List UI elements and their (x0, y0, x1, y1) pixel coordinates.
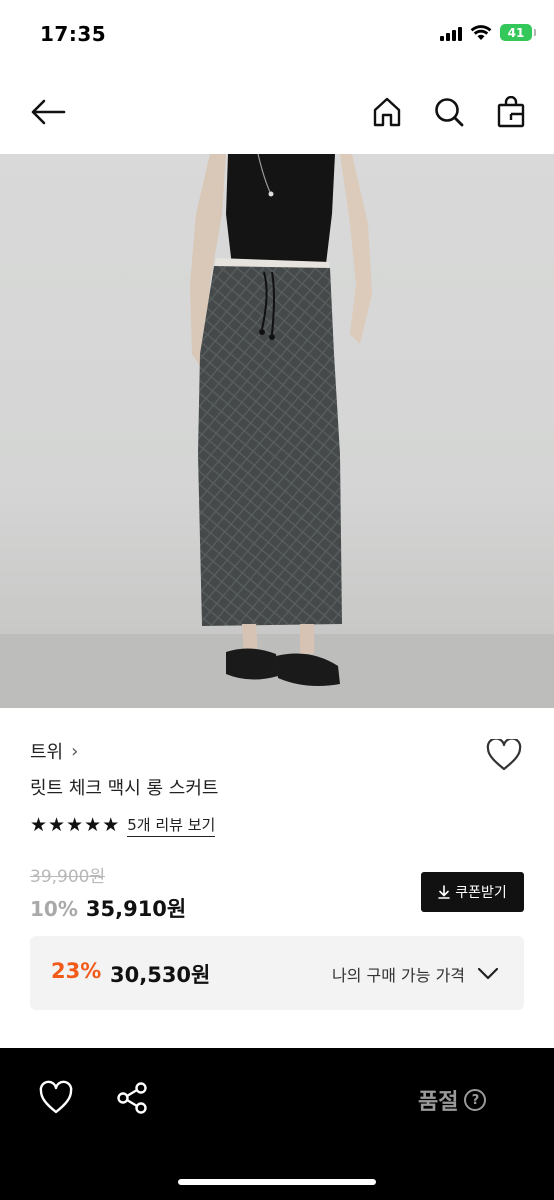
review-link[interactable]: 5개 리뷰 보기 (127, 814, 216, 837)
my-price-dropdown[interactable]: 23% 30,530원 나의 구매 가능 가격 (30, 936, 524, 1010)
bottom-action-bar: 품절 ? (0, 1048, 554, 1200)
rating-row: ★ ★ ★ ★ ★ 5개 리뷰 보기 (30, 814, 216, 837)
chevron-right-icon: › (71, 740, 79, 762)
arrow-left-icon (31, 99, 66, 125)
star-icon: ★ (84, 814, 102, 836)
product-photo-skirt (0, 154, 554, 708)
share-icon[interactable] (114, 1080, 150, 1116)
sold-out-status: 품절 ? (418, 1084, 487, 1116)
help-icon[interactable]: ? (464, 1089, 487, 1111)
brand-link[interactable]: 트위 › (30, 738, 78, 764)
star-icon: ★ (48, 814, 66, 836)
brand-name: 트위 (30, 742, 64, 763)
rating-stars: ★ ★ ★ ★ ★ (30, 816, 119, 835)
original-price: 39,900원 (30, 867, 106, 887)
search-button[interactable] (427, 90, 471, 134)
chevron-down-icon (477, 967, 499, 980)
coupon-label: 쿠폰받기 (455, 885, 507, 901)
heart-icon[interactable] (38, 1080, 74, 1116)
my-price-label: 나의 구매 가능 가격 (332, 966, 466, 985)
nav-bar (0, 68, 554, 154)
status-time: 17:35 (40, 22, 107, 46)
my-price: 30,530원 (110, 963, 211, 987)
star-icon: ★ (66, 814, 84, 836)
shopping-bag-icon (497, 96, 525, 128)
battery-icon: 41 (500, 24, 536, 41)
home-icon (373, 97, 401, 127)
download-icon (438, 885, 451, 899)
home-indicator[interactable] (178, 1179, 376, 1185)
back-button[interactable] (26, 90, 70, 134)
discount-rate: 10% (30, 897, 78, 921)
coupon-button[interactable]: 쿠폰받기 (421, 872, 524, 912)
product-name: 릿트 체크 맥시 롱 스커트 (30, 778, 219, 799)
my-discount-rate: 23% (51, 959, 102, 983)
price-row: 10% 35,910원 (30, 893, 186, 923)
cart-button[interactable] (489, 90, 533, 134)
wishlist-button[interactable] (484, 735, 524, 775)
home-button[interactable] (365, 90, 409, 134)
heart-outline-icon (486, 739, 522, 771)
cellular-signal-icon (440, 25, 462, 41)
search-icon (435, 98, 464, 127)
sold-out-label: 품절 (418, 1090, 459, 1115)
sale-price: 35,910원 (85, 897, 187, 921)
star-icon: ★ (102, 814, 120, 836)
battery-level: 41 (507, 25, 525, 40)
wifi-icon (470, 24, 492, 40)
product-image[interactable] (0, 154, 554, 708)
status-icons: 41 (440, 24, 536, 41)
status-bar: 17:35 41 (0, 0, 554, 68)
star-icon: ★ (30, 814, 48, 836)
